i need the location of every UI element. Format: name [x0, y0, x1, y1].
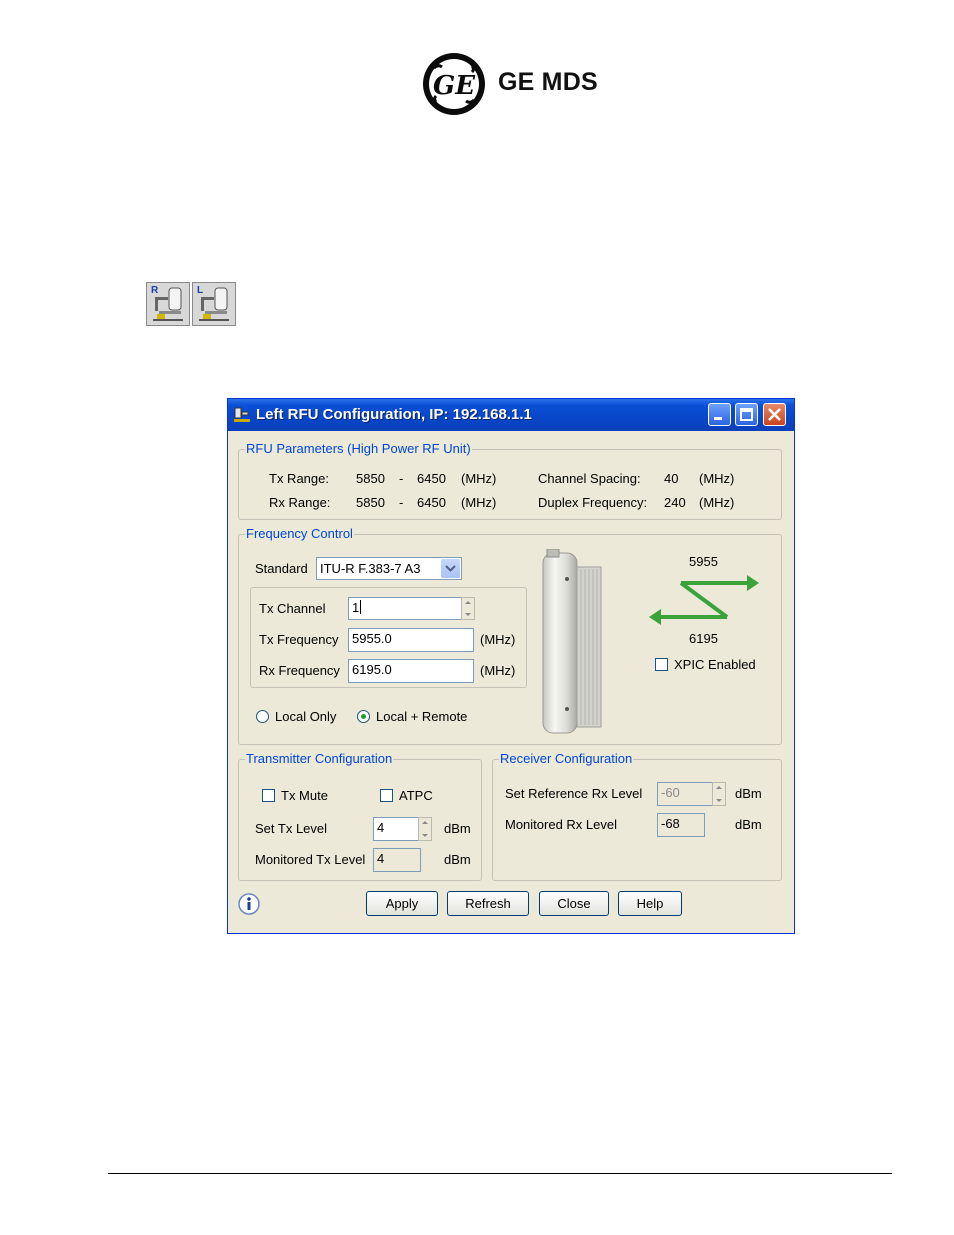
tx-range-low: 5850	[356, 471, 385, 486]
title-bar[interactable]: Left RFU Configuration, IP: 192.168.1.1	[228, 399, 794, 431]
tx-channel-value: 1	[352, 600, 360, 615]
tx-frequency-field[interactable]: 5955.0	[348, 628, 474, 652]
left-rfu-button[interactable]: L	[192, 282, 236, 326]
minimize-button[interactable]	[708, 403, 731, 426]
monitored-rx-unit: dBm	[735, 817, 762, 832]
info-icon[interactable]	[237, 892, 261, 916]
close-icon	[768, 408, 781, 421]
arrow-left-icon	[649, 609, 661, 625]
frequency-control-title: Frequency Control	[245, 526, 354, 541]
monitored-tx-level-field: 4	[373, 848, 421, 872]
tx-range-label: Tx Range:	[269, 471, 329, 486]
rx-range-unit: (MHz)	[461, 495, 497, 510]
rx-range-low: 5850	[356, 495, 385, 510]
channel-subgroup: Tx Channel 1 Tx Frequency 5955.0 (MHz) R…	[250, 587, 527, 688]
rx-range-label: Rx Range:	[269, 495, 331, 510]
rx-range-dash: -	[399, 495, 404, 510]
local-remote-label[interactable]: Local + Remote	[376, 709, 467, 724]
monitored-rx-field: -68	[657, 813, 705, 837]
channel-spacing-unit: (MHz)	[699, 471, 735, 486]
tx-frequency-label: Tx Frequency	[259, 632, 339, 647]
standard-select[interactable]: ITU-R F.383-7 A3	[316, 557, 462, 580]
monitored-rx-label: Monitored Rx Level	[505, 817, 617, 832]
tx-channel-label: Tx Channel	[259, 601, 326, 616]
rfu-toolbar: R L	[146, 282, 238, 328]
set-tx-level-unit: dBm	[444, 821, 471, 836]
rfu-letter-r: R	[151, 285, 159, 296]
local-remote-radio[interactable]	[357, 710, 370, 723]
monitored-tx-level-label: Monitored Tx Level	[255, 852, 366, 867]
tx-channel-spinner[interactable]	[461, 597, 475, 620]
logo-text: GE MDS	[498, 68, 598, 96]
xpic-label[interactable]: XPIC Enabled	[674, 657, 756, 672]
rfu-unit-image	[542, 549, 602, 734]
set-tx-level-spinner[interactable]	[418, 817, 432, 841]
close-window-button[interactable]	[763, 403, 786, 426]
rx-frequency-label: Rx Frequency	[259, 663, 340, 678]
frequency-control-group: Frequency Control Standard ITU-R F.383-7…	[238, 526, 782, 745]
atpc-label[interactable]: ATPC	[399, 788, 433, 803]
help-button[interactable]: Help	[618, 891, 682, 916]
duplex-frequency-label: Duplex Frequency:	[538, 495, 648, 510]
apply-button[interactable]: Apply	[366, 891, 438, 916]
rfu-parameters-group: RFU Parameters (High Power RF Unit) Tx R…	[238, 441, 782, 520]
set-reference-rx-label: Set Reference Rx Level	[505, 786, 643, 801]
tx-range-dash: -	[399, 471, 404, 486]
set-reference-rx-unit: dBm	[735, 786, 762, 801]
minimize-icon	[714, 417, 722, 420]
svg-text:GE: GE	[433, 71, 476, 101]
set-tx-level-input[interactable]: 4	[373, 817, 419, 841]
rfu-config-dialog: Left RFU Configuration, IP: 192.168.1.1 …	[227, 398, 795, 934]
rx-range-high: 6450	[417, 495, 446, 510]
refresh-button[interactable]: Refresh	[447, 891, 529, 916]
dropdown-arrow[interactable]	[441, 559, 460, 578]
receiver-config-group: Receiver Configuration Set Reference Rx …	[492, 751, 782, 881]
rfu-parameters-title: RFU Parameters (High Power RF Unit)	[245, 441, 472, 456]
right-rfu-button[interactable]: R	[146, 282, 190, 326]
app-icon	[234, 407, 250, 422]
channel-spacing-label: Channel Spacing:	[538, 471, 641, 486]
atpc-checkbox[interactable]	[380, 789, 393, 802]
rfu-letter-l: L	[197, 285, 204, 296]
transmitter-config-title: Transmitter Configuration	[245, 751, 394, 766]
chevron-down-icon	[445, 565, 456, 572]
tx-mute-checkbox[interactable]	[262, 789, 275, 802]
transmitter-config-group: Transmitter Configuration Tx Mute ATPC S…	[238, 751, 482, 881]
ge-mds-logo: GE GE MDS	[422, 52, 602, 118]
rx-frequency-field[interactable]: 6195.0	[348, 659, 474, 683]
tx-channel-input[interactable]: 1	[348, 597, 462, 620]
diagram-bottom-freq: 6195	[689, 631, 718, 646]
frequency-arrow-diagram	[649, 575, 759, 625]
standard-value: ITU-R F.383-7 A3	[320, 561, 421, 576]
maximize-icon	[740, 408, 753, 421]
text-cursor	[360, 600, 362, 614]
ge-monogram-icon: GE	[423, 53, 485, 115]
tx-mute-label[interactable]: Tx Mute	[281, 788, 328, 803]
dialog-title: Left RFU Configuration, IP: 192.168.1.1	[256, 406, 532, 423]
set-tx-level-label: Set Tx Level	[255, 821, 328, 836]
rx-frequency-unit: (MHz)	[480, 663, 516, 678]
diagram-top-freq: 5955	[689, 554, 718, 569]
tx-range-unit: (MHz)	[461, 471, 497, 486]
local-only-radio[interactable]	[256, 710, 269, 723]
monitored-tx-level-unit: dBm	[444, 852, 471, 867]
maximize-button[interactable]	[735, 403, 758, 426]
close-button[interactable]: Close	[539, 891, 609, 916]
set-reference-rx-spinner[interactable]	[712, 782, 726, 806]
xpic-checkbox[interactable]	[655, 658, 668, 671]
local-only-label[interactable]: Local Only	[275, 709, 336, 724]
duplex-frequency-value: 240	[664, 495, 686, 510]
duplex-frequency-unit: (MHz)	[699, 495, 735, 510]
channel-spacing-value: 40	[664, 471, 679, 486]
arrow-right-icon	[747, 575, 759, 591]
standard-label: Standard	[255, 561, 308, 576]
set-reference-rx-input[interactable]: -60	[657, 782, 713, 806]
footer-rule	[108, 1173, 892, 1174]
tx-range-high: 6450	[417, 471, 446, 486]
receiver-config-title: Receiver Configuration	[499, 751, 634, 766]
tx-frequency-unit: (MHz)	[480, 632, 516, 647]
